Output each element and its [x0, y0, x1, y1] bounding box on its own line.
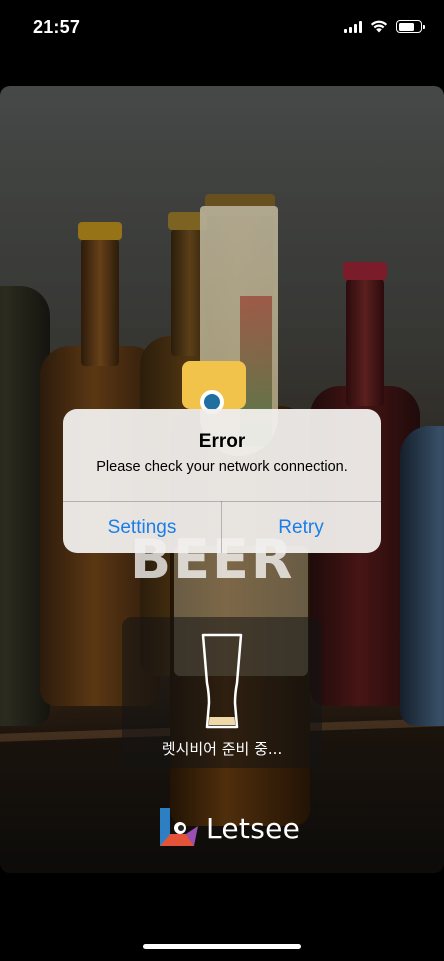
loading-panel: 렛시비어 준비 중...	[122, 617, 322, 768]
status-bar: 21:57	[0, 0, 444, 56]
battery-level	[398, 22, 415, 31]
letsee-logo-text: Letsee	[206, 811, 301, 845]
beer-glass-icon	[201, 633, 243, 729]
status-time: 21:57	[33, 17, 81, 37]
status-icons	[344, 20, 425, 33]
battery-icon	[396, 20, 425, 33]
alert-title: Error	[198, 431, 246, 452]
retry-button[interactable]: Retry	[222, 502, 380, 553]
settings-button[interactable]: Settings	[63, 502, 221, 553]
loading-text: 렛시비어 준비 중...	[161, 740, 283, 758]
cellular-signal-icon	[344, 20, 362, 33]
error-alert: Error Please check your network connecti…	[63, 409, 381, 553]
wifi-icon	[370, 20, 388, 33]
alert-message: Please check your network connection.	[96, 459, 348, 475]
home-indicator[interactable]	[143, 944, 301, 949]
letsee-logo-icon	[160, 808, 198, 846]
letsee-logo: Letsee	[156, 806, 300, 850]
